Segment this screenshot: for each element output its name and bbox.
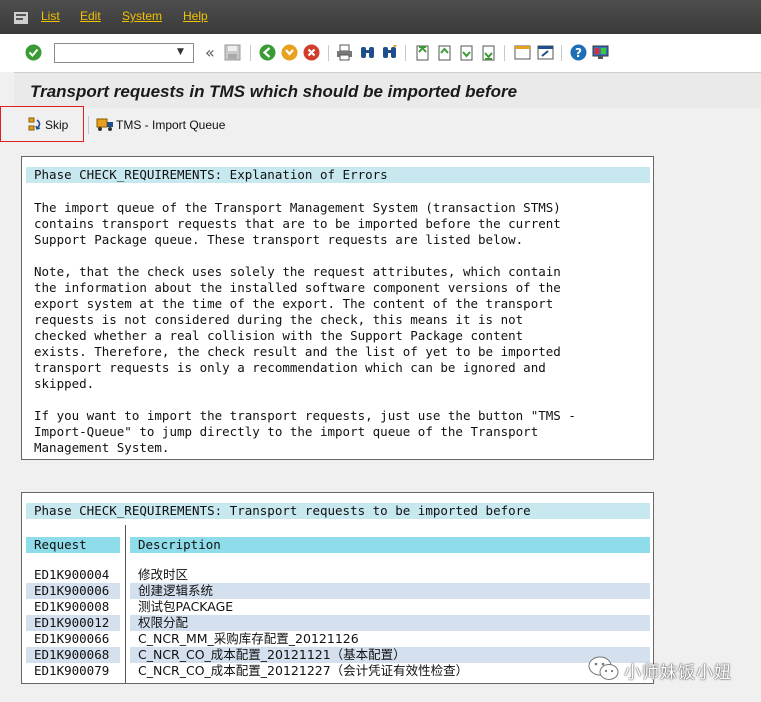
request-cell: ED1K900008 [34, 599, 110, 614]
skip-label: Skip [45, 118, 69, 132]
collapse-command-icon[interactable]: « [205, 43, 215, 62]
toolbar-separator [561, 45, 562, 61]
description-cell: C_NCR_CO_成本配置_20121227（会计凭证有效性检查） [138, 663, 469, 678]
toolbar-separator [328, 45, 329, 61]
toolbar-separator [88, 116, 89, 134]
skip-icon [28, 117, 44, 137]
table-row[interactable]: ED1K900012 权限分配 [22, 615, 653, 631]
tms-import-queue-label: TMS - Import Queue [116, 118, 226, 132]
description-cell: 权限分配 [130, 615, 650, 631]
save-icon[interactable] [224, 44, 241, 61]
table-row[interactable]: ED1K900066 C_NCR_MM_采购库存配置_20121126 [22, 631, 653, 647]
explanation-text: The import queue of the Transport Manage… [34, 200, 576, 455]
description-cell: 测试包PACKAGE [138, 599, 234, 614]
description-cell: 创建逻辑系统 [130, 583, 650, 599]
description-cell: C_NCR_CO_成本配置_20121121（基本配置） [130, 647, 650, 663]
toolbar-separator [405, 45, 406, 61]
cancel-icon[interactable] [303, 44, 320, 61]
table-row[interactable]: ED1K900008 测试包PACKAGE [22, 599, 653, 615]
watermark-text: 小师妹饭小妞 [624, 663, 732, 683]
description-cell: 修改时区 [138, 567, 189, 582]
last-page-icon[interactable] [480, 44, 497, 61]
customize-layout-icon[interactable] [592, 44, 609, 61]
request-cell: ED1K900006 [26, 583, 120, 599]
request-cell: ED1K900066 [34, 631, 110, 646]
request-cell: ED1K900079 [34, 663, 110, 678]
find-icon[interactable] [359, 44, 376, 61]
chevron-down-icon[interactable]: ▼ [177, 47, 184, 57]
request-cell: ED1K900068 [26, 647, 120, 663]
menu-bar: List Edit System Help [0, 0, 761, 34]
table-row[interactable]: ED1K900004 修改时区 [22, 567, 653, 583]
watermark: 小师妹饭小妞 [586, 655, 756, 685]
requests-heading: Phase CHECK_REQUIREMENTS: Transport requ… [26, 503, 650, 519]
table-row[interactable]: ED1K900079 C_NCR_CO_成本配置_20121227（会计凭证有效… [22, 663, 653, 679]
transport-requests-panel: Phase CHECK_REQUIREMENTS: Transport requ… [21, 492, 654, 684]
print-icon[interactable] [336, 44, 353, 61]
toolbar-separator [504, 45, 505, 61]
command-field[interactable] [54, 43, 194, 63]
menu-edit[interactable]: Edit [80, 9, 101, 23]
help-icon[interactable]: ? [570, 44, 587, 61]
standard-toolbar: ▼ « ? [0, 34, 761, 72]
find-next-icon[interactable] [381, 44, 398, 61]
prev-page-icon[interactable] [436, 44, 453, 61]
toolbar-separator [250, 45, 251, 61]
svg-text:?: ? [575, 46, 582, 60]
column-header-request[interactable]: Request [26, 537, 120, 553]
menu-list[interactable]: List [41, 9, 60, 23]
menu-system[interactable]: System [122, 9, 162, 23]
create-session-icon[interactable] [514, 44, 531, 61]
truck-icon [96, 117, 114, 137]
enter-icon[interactable] [25, 44, 42, 61]
title-bar: Transport requests in TMS which should b… [14, 72, 761, 110]
description-cell: C_NCR_MM_采购库存配置_20121126 [138, 631, 359, 646]
shortcut-icon[interactable] [537, 44, 554, 61]
table-row[interactable]: ED1K900068 C_NCR_CO_成本配置_20121121（基本配置） [22, 647, 653, 663]
next-page-icon[interactable] [458, 44, 475, 61]
explanation-panel: Phase CHECK_REQUIREMENTS: Explanation of… [21, 156, 654, 460]
first-page-icon[interactable] [414, 44, 431, 61]
tms-import-queue-button[interactable]: TMS - Import Queue [93, 110, 238, 140]
sap-menu-icon[interactable] [14, 9, 28, 28]
menu-help[interactable]: Help [183, 9, 208, 23]
request-cell: ED1K900012 [26, 615, 120, 631]
skip-button[interactable]: Skip [0, 106, 84, 142]
explanation-heading: Phase CHECK_REQUIREMENTS: Explanation of… [26, 167, 650, 183]
page-title: Transport requests in TMS which should b… [30, 82, 518, 101]
wechat-icon [588, 655, 620, 687]
column-header-description[interactable]: Description [130, 537, 650, 553]
back-icon[interactable] [259, 44, 276, 61]
table-row[interactable]: ED1K900006 创建逻辑系统 [22, 583, 653, 599]
request-cell: ED1K900004 [34, 567, 110, 582]
exit-icon[interactable] [281, 44, 298, 61]
